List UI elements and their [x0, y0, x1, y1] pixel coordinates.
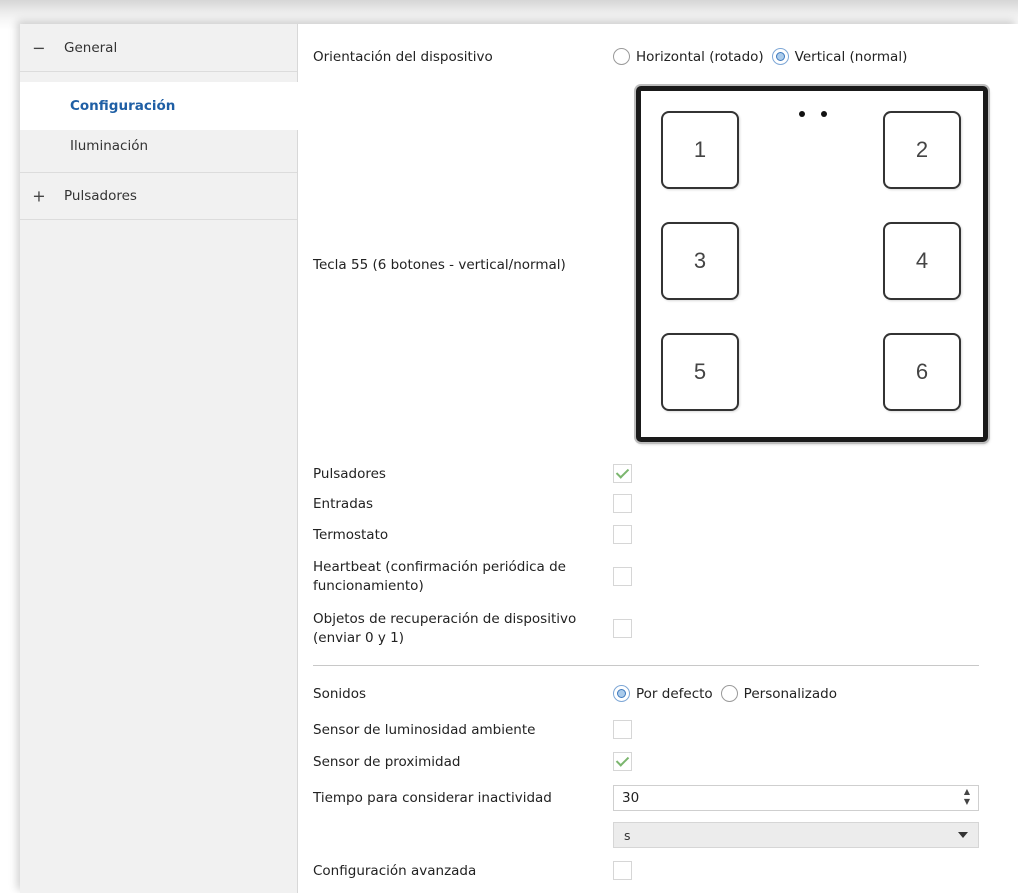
- inactivity-label: Tiempo para considerar inactividad: [313, 790, 552, 806]
- checkbox-termostato[interactable]: [613, 525, 632, 544]
- device-button-2: 2: [883, 111, 961, 189]
- proximity-sensor-label: Sensor de proximidad: [313, 754, 461, 770]
- config-window: − General Configuración Iluminación + Pu…: [20, 24, 1018, 893]
- expand-icon[interactable]: +: [32, 187, 46, 206]
- chevron-down-icon[interactable]: [958, 832, 968, 838]
- checkbox-proximity-sensor[interactable]: [613, 752, 632, 771]
- sounds-radio-group: Por defecto Personalizado: [613, 685, 845, 702]
- inactivity-value[interactable]: 30: [622, 790, 639, 806]
- check-label-recuperacion: Objetos de recuperación de dispositivo (…: [313, 611, 577, 646]
- checkbox-recuperacion[interactable]: [613, 619, 632, 638]
- radio-por-defecto-label[interactable]: Por defecto: [636, 686, 713, 702]
- sidebar-item-label: Configuración: [70, 98, 176, 114]
- orientation-label: Orientación del dispositivo: [313, 49, 493, 65]
- sidebar-group-pulsadores[interactable]: + Pulsadores: [20, 172, 297, 220]
- sidebar-group-general[interactable]: − General: [20, 24, 297, 72]
- section-divider: [313, 665, 979, 666]
- main-panel: Orientación del dispositivo Horizontal (…: [297, 24, 1018, 893]
- radio-horizontal[interactable]: [613, 48, 630, 65]
- sidebar-group-label: Pulsadores: [64, 188, 137, 204]
- radio-horizontal-label[interactable]: Horizontal (rotado): [636, 49, 764, 65]
- ambient-sensor-label: Sensor de luminosidad ambiente: [313, 722, 536, 738]
- checkbox-advanced[interactable]: [613, 861, 632, 880]
- inactivity-unit-value: s: [624, 828, 631, 843]
- radio-personalizado-label[interactable]: Personalizado: [744, 686, 837, 702]
- device-button-3: 3: [661, 222, 739, 300]
- radio-por-defecto[interactable]: [613, 685, 630, 702]
- checkbox-pulsadores[interactable]: [613, 464, 632, 483]
- stepper-arrows-icon[interactable]: ▲ ▼: [964, 787, 970, 807]
- checkbox-ambient-sensor[interactable]: [613, 720, 632, 739]
- device-button-1: 1: [661, 111, 739, 189]
- check-label-termostato: Termostato: [313, 527, 389, 543]
- led-dot: [821, 111, 827, 117]
- inactivity-unit-select[interactable]: s: [613, 822, 979, 848]
- sidebar: − General Configuración Iluminación + Pu…: [20, 24, 298, 893]
- led-dot: [799, 111, 805, 117]
- device-button-4: 4: [883, 222, 961, 300]
- sidebar-group-label: General: [64, 39, 118, 56]
- advanced-label: Configuración avanzada: [313, 863, 477, 879]
- check-label-pulsadores: Pulsadores: [313, 466, 386, 482]
- sounds-label: Sonidos: [313, 686, 366, 702]
- check-label-entradas: Entradas: [313, 496, 374, 512]
- check-label-heartbeat: Heartbeat (confirmación periódica de fun…: [313, 559, 566, 594]
- device-label: Tecla 55 (6 botones - vertical/normal): [313, 257, 566, 273]
- checkbox-heartbeat[interactable]: [613, 567, 632, 586]
- sidebar-item-iluminacion[interactable]: Iluminación: [20, 122, 297, 170]
- checkbox-entradas[interactable]: [613, 494, 632, 513]
- sidebar-item-label: Iluminación: [70, 138, 149, 154]
- orientation-radio-group: Horizontal (rotado) Vertical (normal): [613, 48, 915, 65]
- inactivity-stepper[interactable]: 30 ▲ ▼: [613, 785, 979, 811]
- device-button-6: 6: [883, 333, 961, 411]
- device-button-5: 5: [661, 333, 739, 411]
- collapse-icon[interactable]: −: [32, 38, 46, 57]
- device-preview: 1 2 3 4 5 6: [636, 86, 988, 442]
- radio-personalizado[interactable]: [720, 685, 738, 702]
- radio-vertical-label[interactable]: Vertical (normal): [795, 49, 908, 65]
- radio-vertical[interactable]: [771, 48, 789, 65]
